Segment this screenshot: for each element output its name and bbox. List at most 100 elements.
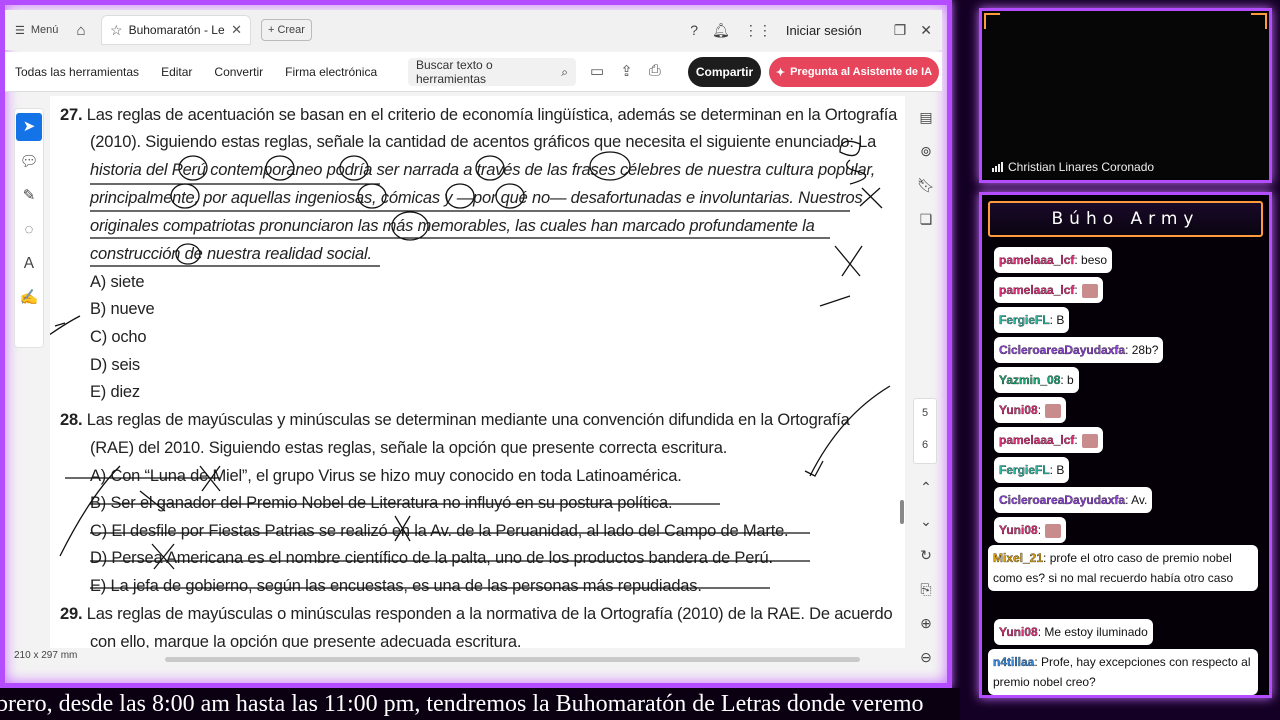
emote-icon xyxy=(1045,523,1062,538)
close-tab-icon[interactable]: ✕ xyxy=(231,22,242,38)
pdf-toolbar: Todas las herramientas Editar Convertir … xyxy=(5,52,942,92)
chat-message: FergieFL: B xyxy=(994,307,1070,333)
chat-message: pamelaaa_lcf: xyxy=(994,427,1103,453)
bookmark-icon[interactable]: 🔖︎ xyxy=(912,168,940,202)
chat-message: Yuni08: xyxy=(994,397,1067,423)
close-window-icon[interactable]: ✕ xyxy=(920,22,932,39)
emote-icon xyxy=(1045,403,1062,418)
news-ticker: brero, desde las 8:00 am hasta las 11:00… xyxy=(0,688,960,720)
chat-title: Búho Army xyxy=(988,201,1263,237)
page-number-6[interactable]: 6 xyxy=(914,431,936,463)
help-icon[interactable]: ? xyxy=(690,22,698,38)
annotation-rail: ➤ 💬︎ ✎ ◌ Ａ ✍ xyxy=(14,108,44,348)
ticker-text: brero, desde las 8:00 am hasta las 11:00… xyxy=(0,691,924,717)
hamburger-icon: ☰ xyxy=(15,24,25,37)
comment-panel-icon[interactable]: ▤ xyxy=(912,100,940,134)
chat-text: : Av. xyxy=(1125,493,1148,507)
chat-username: Mixel_21 xyxy=(993,551,1044,565)
pen-icon[interactable]: ✎ xyxy=(15,179,43,213)
upload-icon[interactable]: ⇪ xyxy=(620,62,633,80)
chat-message: Yuni08: Me estoy iluminado xyxy=(994,619,1153,645)
export-icon[interactable]: ⎘ xyxy=(912,572,940,606)
chat-username: CicleroareaDayudaxfa xyxy=(999,343,1126,357)
ai-assistant-label: Pregunta al Asistente de IA xyxy=(790,66,933,78)
horizontal-scrollbar[interactable] xyxy=(165,657,860,662)
home-icon[interactable]: ⌂ xyxy=(67,22,95,39)
page-number-5[interactable]: 5 xyxy=(914,399,936,431)
link-icon[interactable]: ⊚ xyxy=(912,134,940,168)
tool-edit[interactable]: Editar xyxy=(161,65,192,79)
chat-username: Yuni08 xyxy=(999,403,1038,417)
document-tab[interactable]: ☆ Buhomaratón - Leng... ✕ xyxy=(101,15,251,45)
restore-window-icon[interactable]: ❐ xyxy=(894,22,907,39)
tool-all-tools[interactable]: Todas las herramientas xyxy=(15,65,139,79)
tool-esign[interactable]: Firma electrónica xyxy=(285,65,377,79)
create-label: Crear xyxy=(277,24,305,36)
emote-icon xyxy=(1081,283,1098,298)
chat-message: FergieFL: B xyxy=(994,457,1070,483)
save-icon[interactable]: ▭ xyxy=(590,62,604,80)
menu-button[interactable]: ☰ Menú xyxy=(5,24,67,37)
signature-icon[interactable]: ✍ xyxy=(15,281,43,315)
vertical-scrollbar[interactable] xyxy=(900,500,904,524)
apps-grid-icon[interactable]: ⋮⋮ xyxy=(744,22,772,39)
chat-message: Yuni08: xyxy=(994,517,1067,543)
chat-text: : xyxy=(1074,433,1078,447)
comment-icon[interactable]: 💬︎ xyxy=(15,145,43,179)
chat-text: : b xyxy=(1060,373,1074,387)
text-select-icon[interactable]: Ａ xyxy=(15,247,43,281)
webcam-caption: Christian Linares Coronado xyxy=(992,160,1154,174)
webcam-name: Christian Linares Coronado xyxy=(1008,160,1155,174)
print-icon[interactable]: ⎙ xyxy=(649,62,661,80)
lasso-icon[interactable]: ◌ xyxy=(15,213,43,247)
zoom-out-icon[interactable]: ⊖ xyxy=(912,640,940,674)
chat-text: : 28b? xyxy=(1125,343,1159,357)
copy-pages-icon[interactable]: ❏ xyxy=(912,202,940,236)
chat-text: : xyxy=(1037,403,1042,417)
document-page: 27. Las reglas de acentuación se basan e… xyxy=(50,96,905,648)
chat-username: pamelaaa_lcf xyxy=(999,433,1075,447)
plus-icon: + xyxy=(268,24,275,36)
menu-label: Menú xyxy=(30,24,59,36)
page-size-label: 210 x 297 mm xyxy=(14,650,78,661)
signal-icon xyxy=(992,162,1003,172)
search-placeholder: Buscar texto o herramientas xyxy=(416,58,493,86)
emote-icon xyxy=(1081,433,1098,448)
chat-username: FergieFL xyxy=(999,313,1050,327)
chat-text: : xyxy=(1074,283,1078,297)
ai-sparkle-icon: ✦ xyxy=(775,66,786,79)
ai-assistant-button[interactable]: ✦ Pregunta al Asistente de IA xyxy=(769,57,939,87)
star-icon[interactable]: ☆ xyxy=(110,22,123,39)
bell-icon[interactable]: 🔔︎ xyxy=(712,22,730,39)
share-button[interactable]: Compartir xyxy=(688,57,761,87)
chevron-up-icon[interactable]: ⌃ xyxy=(912,470,940,504)
chat-username: Yuni08 xyxy=(999,625,1038,639)
chat-message: Yazmin_08: b xyxy=(994,367,1079,393)
chat-message: pamelaaa_lcf: xyxy=(994,277,1103,303)
ink-annotations xyxy=(50,140,891,589)
page-navigator: 5 6 xyxy=(913,398,937,464)
chat-text: : Me estoy iluminado xyxy=(1037,625,1148,639)
create-button[interactable]: + Crear xyxy=(261,19,312,41)
chat-username: pamelaaa_lcf xyxy=(999,283,1075,297)
chat-username: pamelaaa_lcf xyxy=(999,253,1075,267)
chat-username: Yuni08 xyxy=(999,523,1038,537)
search-input[interactable]: Buscar texto o herramientas ⌕ xyxy=(408,58,576,86)
refresh-icon[interactable]: ↻ xyxy=(912,538,940,572)
nav-controls: ⌃ ⌄ ↻ ⎘ ⊕ ⊖ xyxy=(912,470,940,674)
chat-text: : xyxy=(1037,523,1042,537)
chat-username: CicleroareaDayudaxfa xyxy=(999,493,1126,507)
tab-title: Buhomaratón - Leng... xyxy=(128,23,226,37)
chat-username: n4tillaa xyxy=(993,655,1035,669)
chat-message: CicleroareaDayudaxfa: 28b? xyxy=(994,337,1164,363)
webcam-panel: Christian Linares Coronado xyxy=(979,8,1272,183)
select-cursor-icon[interactable]: ➤ xyxy=(16,113,42,141)
tool-convert[interactable]: Convertir xyxy=(214,65,263,79)
chat-text: : B xyxy=(1049,313,1065,327)
chat-panel: Búho Army pamelaaa_lcf: beso pamelaaa_lcf… xyxy=(979,192,1272,698)
chevron-down-icon[interactable]: ⌄ xyxy=(912,504,940,538)
chat-message: CicleroareaDayudaxfa: Av. xyxy=(994,487,1153,513)
signin-button[interactable]: Iniciar sesión xyxy=(786,23,862,38)
chat-message: Mixel_21: profe el otro caso de premio n… xyxy=(988,545,1258,591)
zoom-in-icon[interactable]: ⊕ xyxy=(912,606,940,640)
